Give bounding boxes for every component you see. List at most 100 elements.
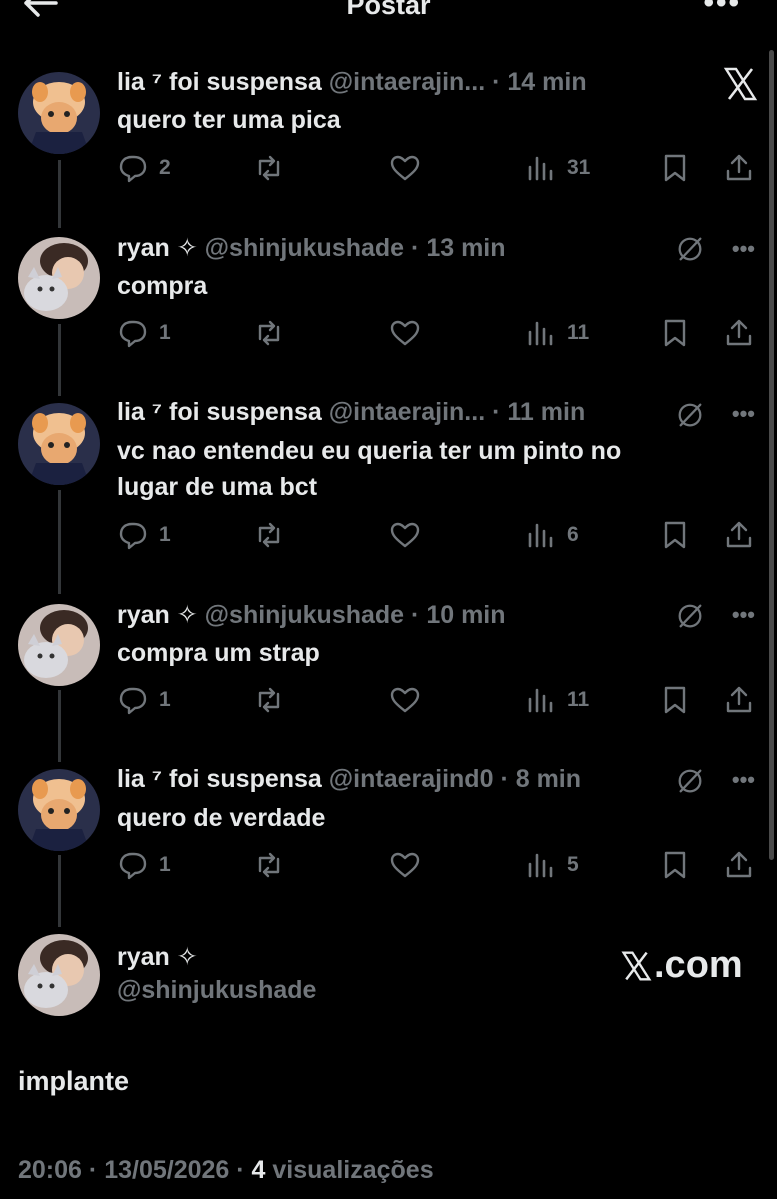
more-icon[interactable]: ••• (732, 401, 755, 427)
views-button[interactable]: 6 (525, 518, 579, 552)
author-name[interactable]: ryan ✧ (117, 234, 198, 262)
views-count: 5 (567, 853, 579, 876)
more-icon[interactable]: ••• (732, 767, 755, 793)
share-button[interactable] (723, 518, 755, 552)
top-bar: Postar ••• (0, 0, 777, 30)
author-handle[interactable]: @shinjukushade (205, 601, 404, 629)
share-icon (726, 154, 752, 181)
reply-button[interactable]: 1 (117, 848, 171, 882)
watermark-text: .com (654, 944, 743, 986)
views-button[interactable]: 31 (525, 151, 590, 185)
views-button[interactable]: 11 (525, 316, 589, 350)
bookmark-button[interactable] (659, 316, 691, 350)
thread-line (58, 690, 61, 762)
tweet-actions: 1 5 (117, 848, 757, 882)
tweet-text: implante (18, 1066, 130, 1096)
like-button[interactable] (389, 316, 421, 350)
separator-dot: · (88, 1156, 105, 1184)
author-handle[interactable]: @shinjukushade (117, 976, 316, 1005)
repost-button[interactable] (253, 848, 285, 882)
avatar[interactable] (18, 769, 100, 851)
more-icon[interactable]: ••• (732, 602, 755, 628)
views-label: visualizações (272, 1156, 434, 1184)
like-button[interactable] (389, 151, 421, 185)
like-button[interactable] (389, 518, 421, 552)
avatar[interactable] (18, 403, 100, 485)
tweet-actions: 1 11 (117, 683, 757, 717)
share-icon (726, 521, 752, 548)
like-button[interactable] (389, 683, 421, 717)
bookmark-icon (664, 319, 686, 347)
share-icon (726, 319, 752, 346)
reply-button[interactable]: 2 (117, 151, 171, 185)
repost-button[interactable] (253, 518, 285, 552)
share-button[interactable] (723, 683, 755, 717)
post-date[interactable]: 13/05/2026 (104, 1156, 229, 1184)
heart-icon (390, 155, 420, 181)
x-com-watermark: .com (620, 944, 743, 987)
more-icon[interactable]: ••• (732, 236, 755, 262)
tweet-time[interactable]: 8 min (516, 765, 581, 793)
reply-button[interactable]: 1 (117, 683, 171, 717)
author-name[interactable]: lia ⁷ foi suspensa (117, 398, 322, 426)
scrollbar[interactable] (769, 50, 774, 860)
author-handle[interactable]: @shinjukushade (205, 234, 404, 262)
author-name[interactable]: ryan ✧ (117, 601, 198, 629)
avatar[interactable] (18, 72, 100, 154)
grok-icon[interactable] (675, 601, 705, 636)
views-button[interactable]: 5 (525, 848, 579, 882)
repost-icon (258, 155, 280, 181)
tweet-time[interactable]: 14 min (507, 68, 586, 96)
bookmark-button[interactable] (659, 848, 691, 882)
tweet-header: lia ⁷ foi suspensa @intaerajind0 · 8 min (117, 765, 581, 794)
author-name[interactable]: ryan ✧ (117, 942, 198, 972)
bookmark-button[interactable] (659, 683, 691, 717)
grok-icon[interactable] (675, 400, 705, 435)
bookmark-button[interactable] (659, 518, 691, 552)
bookmark-icon (664, 521, 686, 549)
tweet-actions: 1 6 (117, 518, 757, 552)
repost-button[interactable] (253, 151, 285, 185)
post-time[interactable]: 20:06 (18, 1156, 82, 1184)
tweet-header: ryan ✧ @shinjukushade · 10 min (117, 600, 506, 630)
thread-line (58, 160, 61, 228)
reply-button[interactable]: 1 (117, 316, 171, 350)
grok-icon[interactable] (675, 234, 705, 269)
like-button[interactable] (389, 848, 421, 882)
author-name[interactable]: lia ⁷ foi suspensa (117, 68, 322, 96)
share-icon (726, 686, 752, 713)
tweet-time[interactable]: 13 min (426, 234, 505, 262)
tweet-meta: 20:06 · 13/05/2026 · 4 visualizações (18, 1156, 434, 1185)
repost-icon (258, 320, 280, 346)
tweet-time[interactable]: 11 min (507, 398, 585, 426)
share-button[interactable] (723, 151, 755, 185)
grok-icon[interactable] (675, 766, 705, 801)
reply-button[interactable]: 1 (117, 518, 171, 552)
reply-icon (119, 155, 147, 183)
tweet-header: lia ⁷ foi suspensa @intaerajin... · 11 m… (117, 398, 585, 427)
author-name[interactable]: lia ⁷ foi suspensa (117, 765, 322, 793)
separator-dot: · (500, 765, 509, 793)
tweet-text-line: lugar de uma bct (117, 473, 318, 501)
separator-dot: · (492, 398, 501, 426)
separator-dot: · (411, 601, 420, 629)
author-handle[interactable]: @intaerajin... (329, 398, 485, 426)
avatar[interactable] (18, 237, 100, 319)
avatar[interactable] (18, 604, 100, 686)
tweet-time[interactable]: 10 min (426, 601, 505, 629)
avatar[interactable] (18, 934, 100, 1016)
author-handle[interactable]: @intaerajind0 (329, 765, 494, 793)
bookmark-button[interactable] (659, 151, 691, 185)
more-options-icon[interactable]: ••• (703, 0, 741, 20)
separator-dot: · (411, 234, 420, 262)
tweet-text: quero de verdade (117, 804, 326, 832)
share-button[interactable] (723, 316, 755, 350)
views-button[interactable]: 11 (525, 683, 589, 717)
repost-button[interactable] (253, 316, 285, 350)
reply-icon (119, 522, 147, 550)
share-button[interactable] (723, 848, 755, 882)
repost-button[interactable] (253, 683, 285, 717)
repost-icon (258, 852, 280, 878)
heart-icon (390, 852, 420, 878)
author-handle[interactable]: @intaerajin... (329, 68, 485, 96)
